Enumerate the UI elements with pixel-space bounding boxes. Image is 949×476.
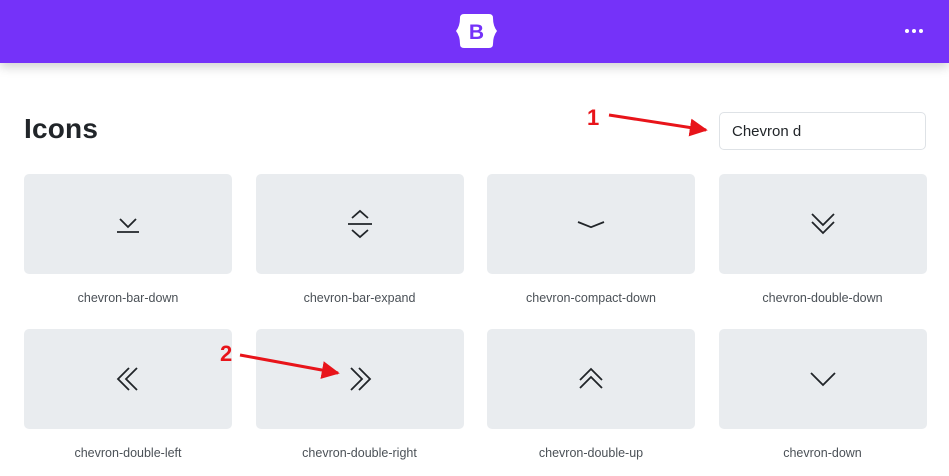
- chevron-double-right-icon: [349, 367, 371, 391]
- icon-card-chevron-compact-down[interactable]: chevron-compact-down: [487, 174, 695, 329]
- annotation-arrow-1: [608, 113, 708, 137]
- page-title: Icons: [24, 113, 99, 144]
- chevron-double-down-icon: [810, 213, 835, 235]
- icon-card-chevron-double-down[interactable]: chevron-double-down: [718, 174, 927, 329]
- icon-label: chevron-bar-down: [77, 291, 179, 305]
- chevron-down-icon: [809, 372, 836, 387]
- icon-card-chevron-bar-down[interactable]: chevron-bar-down: [24, 174, 232, 329]
- icon-label: chevron-down: [783, 446, 862, 460]
- more-options-button[interactable]: [900, 18, 928, 44]
- chevron-compact-down-icon: [577, 221, 605, 229]
- dot: [912, 29, 916, 33]
- bootstrap-logo[interactable]: B: [455, 11, 498, 51]
- icon-search-input[interactable]: [719, 112, 926, 150]
- icon-label: chevron-double-left: [74, 446, 182, 460]
- chevron-bar-expand-icon: [347, 209, 372, 239]
- annotation-marker-1: 1: [587, 105, 599, 130]
- icon-label: chevron-compact-down: [526, 291, 656, 305]
- icon-label: chevron-bar-expand: [303, 291, 416, 305]
- icon-tile: [24, 174, 232, 274]
- icon-label: chevron-double-down: [762, 291, 883, 305]
- icon-tile: [255, 174, 464, 274]
- icon-label: chevron-double-right: [302, 446, 417, 460]
- bootstrap-logo-icon: B: [456, 14, 497, 48]
- icon-tile: [255, 329, 464, 429]
- chevron-bar-down-icon: [117, 218, 139, 233]
- icon-card-chevron-double-up[interactable]: chevron-double-up: [487, 329, 695, 476]
- logo-letter: B: [469, 21, 484, 44]
- icon-tile: [487, 329, 695, 429]
- icon-card-chevron-double-right[interactable]: chevron-double-right: [255, 329, 464, 476]
- top-navbar: B: [0, 0, 949, 63]
- icon-tile: [718, 329, 927, 429]
- icon-tile: [718, 174, 927, 274]
- icon-label: chevron-double-up: [538, 446, 644, 460]
- icon-card-chevron-double-left[interactable]: chevron-double-left: [24, 329, 232, 476]
- chevron-double-up-icon: [579, 367, 603, 389]
- icon-card-chevron-bar-expand[interactable]: chevron-bar-expand: [255, 174, 464, 329]
- icon-grid: chevron-bar-down chevron-bar-expand chev…: [24, 174, 927, 476]
- chevron-double-left-icon: [116, 367, 138, 391]
- icon-card-chevron-down[interactable]: chevron-down: [718, 329, 927, 476]
- icon-tile: [24, 329, 232, 429]
- three-dots-icon: [905, 29, 909, 33]
- icon-tile: [487, 174, 695, 274]
- dot: [919, 29, 923, 33]
